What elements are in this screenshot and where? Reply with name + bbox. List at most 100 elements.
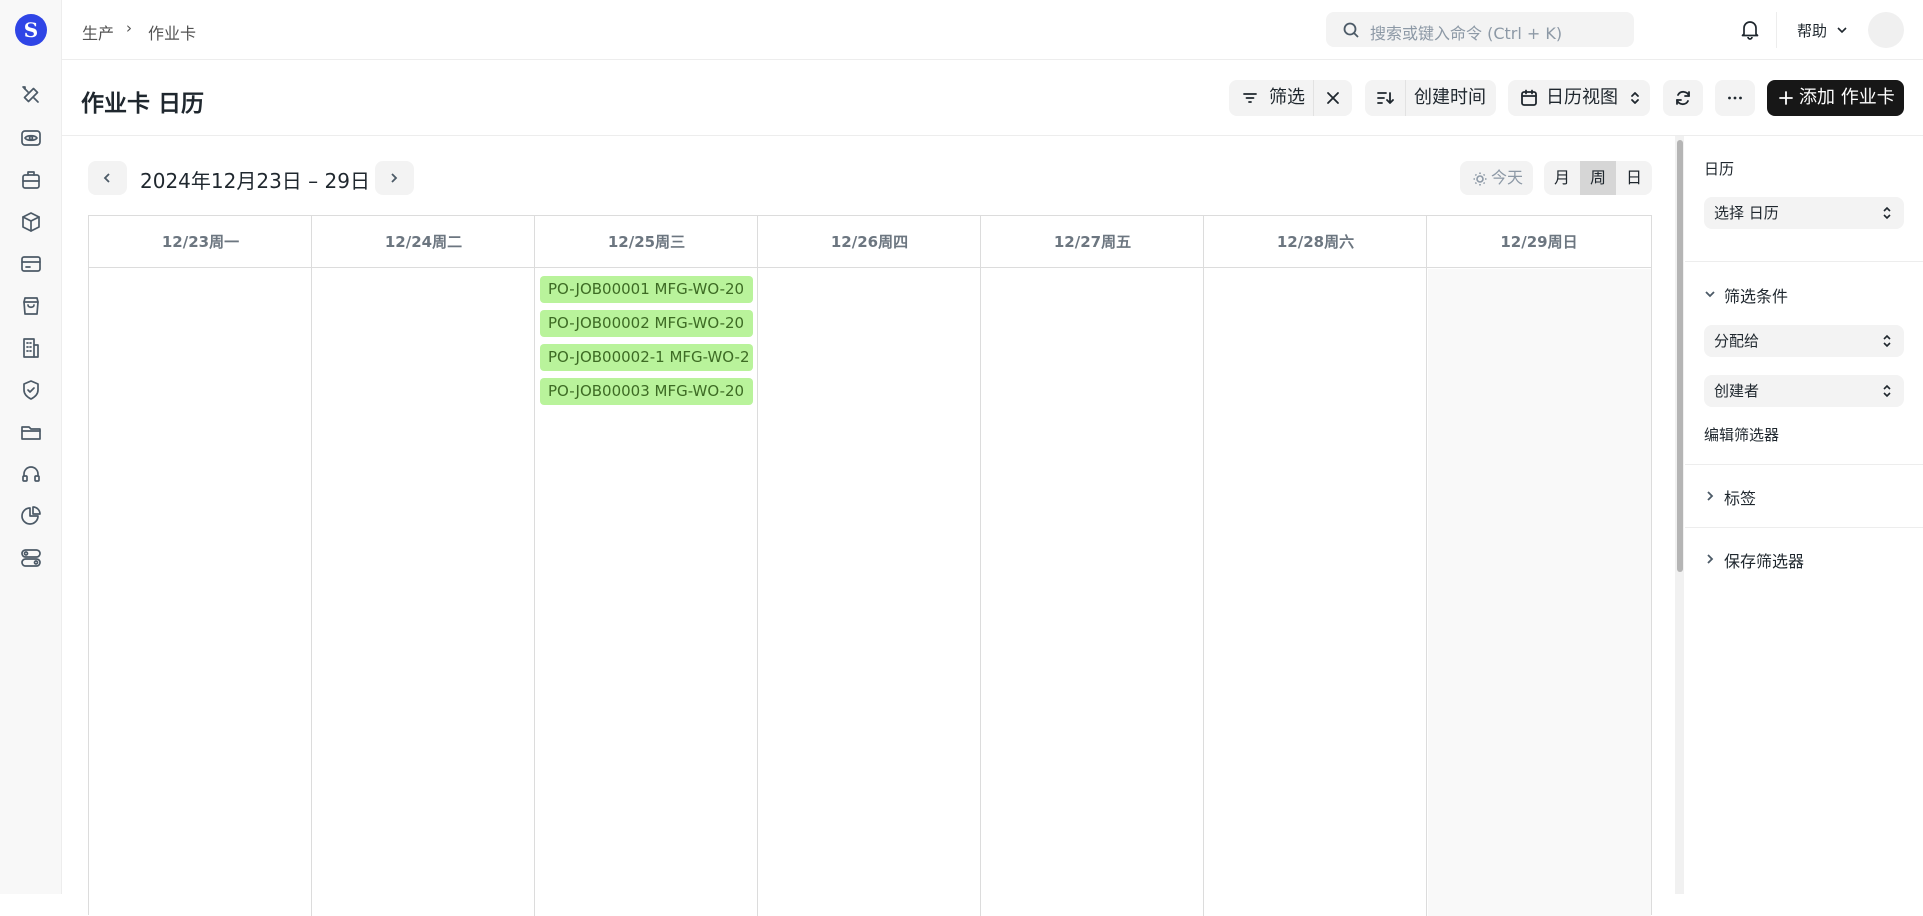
chevron-down-icon[interactable] (1835, 22, 1849, 36)
eye-icon[interactable] (19, 126, 43, 150)
top-navbar: 生产 › 作业卡 搜索或键入命令 (Ctrl + K) 帮助 (62, 0, 1923, 60)
today-label: 今天 (1491, 168, 1524, 187)
sun-icon (1473, 172, 1487, 186)
headset-icon[interactable] (19, 462, 43, 486)
calendar-event[interactable]: PO-JOB00003 MFG-WO-20 (540, 378, 753, 405)
user-avatar[interactable] (1868, 12, 1904, 48)
panel-divider (1685, 261, 1923, 262)
day-divider (1203, 216, 1204, 916)
clear-filter-icon[interactable] (1326, 91, 1340, 105)
select-arrows-icon (1631, 92, 1639, 104)
sort-button[interactable]: 创建时间 (1365, 80, 1496, 116)
today-button[interactable]: 今天 (1460, 161, 1533, 195)
filter-divider (1313, 80, 1314, 116)
day-divider (757, 216, 758, 916)
folder-icon[interactable] (19, 420, 43, 444)
add-label: 添加 作业卡 (1799, 87, 1895, 108)
chevron-right-icon (391, 173, 398, 183)
next-week-button[interactable] (375, 161, 414, 195)
day-divider (1426, 216, 1427, 916)
scrollbar-thumb[interactable] (1677, 140, 1683, 572)
calendar-event[interactable]: PO-JOB00002-1 MFG-WO-2 (540, 344, 753, 371)
chevron-left-icon (103, 173, 110, 183)
view-week-button[interactable]: 周 (1580, 161, 1616, 195)
view-month-button[interactable]: 月 (1544, 161, 1580, 195)
saved-filters-section-title: 保存筛选器 (1724, 552, 1805, 571)
card-icon[interactable] (19, 252, 43, 276)
navbar-divider (1776, 12, 1777, 48)
shield-check-icon[interactable] (19, 378, 43, 402)
day-header: 12/27周五 (981, 216, 1204, 268)
search-icon (1342, 21, 1360, 39)
refresh-icon (1676, 90, 1690, 106)
filter-label: 筛选 (1269, 87, 1305, 108)
filters-section-title: 筛选条件 (1724, 287, 1789, 306)
panel-divider (1685, 464, 1923, 465)
shopping-bag-icon[interactable] (19, 294, 43, 318)
app-sidebar: S (0, 0, 62, 894)
week-calendar: 12/23周一 12/24周二 12/25周三 12/26周四 12/27周五 … (88, 215, 1652, 916)
day-divider (980, 216, 981, 916)
day-header: 12/24周二 (312, 216, 535, 268)
chevron-right-icon (1707, 491, 1714, 501)
breadcrumb-doctype[interactable]: 作业卡 (148, 20, 196, 44)
breadcrumb-separator-icon: › (126, 19, 132, 37)
calendar-icon (1521, 89, 1537, 106)
tools-icon[interactable] (19, 83, 43, 107)
calendar-field-label: 日历 (1704, 160, 1735, 178)
page-title: 作业卡 日历 (81, 91, 205, 117)
sort-label: 创建时间 (1414, 87, 1486, 108)
app-logo-icon[interactable]: S (15, 14, 47, 46)
view-switcher[interactable]: 日历视图 (1508, 80, 1650, 116)
edit-filters-link[interactable]: 编辑筛选器 (1704, 424, 1779, 445)
select-arrows-icon (1883, 206, 1891, 220)
created-by-value: 创建者 (1714, 382, 1760, 400)
breadcrumb-module[interactable]: 生产 (82, 20, 114, 44)
weekend-shade (1428, 269, 1651, 916)
help-menu[interactable]: 帮助 (1797, 20, 1827, 41)
chevron-right-icon (1707, 554, 1714, 564)
filter-icon (1243, 93, 1257, 103)
assigned-to-select[interactable]: 分配给 (1704, 325, 1904, 357)
created-by-select[interactable]: 创建者 (1704, 375, 1904, 407)
box-icon[interactable] (19, 210, 43, 234)
toggles-icon[interactable] (19, 546, 43, 570)
calendar-event[interactable]: PO-JOB00001 MFG-WO-20 (540, 276, 753, 303)
refresh-button[interactable] (1663, 80, 1703, 116)
day-header: 12/26周四 (758, 216, 981, 268)
calendar-select[interactable]: 选择 日历 (1704, 197, 1904, 229)
plus-icon (1779, 91, 1793, 105)
notification-bell-icon[interactable] (1739, 18, 1761, 40)
prev-week-button[interactable] (88, 161, 127, 195)
panel-divider (1685, 527, 1923, 528)
sort-divider (1405, 80, 1406, 116)
chevron-down-icon (1705, 291, 1715, 298)
calendar-view-toggle: 月 周 日 (1544, 161, 1652, 195)
date-range-title: 2024年12月23日 – 29日 (140, 169, 370, 193)
header-divider (62, 135, 1923, 136)
more-icon (1728, 96, 1742, 100)
day-header: 12/25周三 (535, 216, 758, 268)
day-header: 12/23周一 (89, 216, 312, 268)
calendar-event[interactable]: PO-JOB00002 MFG-WO-20 (540, 310, 753, 337)
select-arrows-icon (1883, 384, 1891, 398)
filter-button[interactable]: 筛选 (1229, 80, 1352, 116)
search-bar[interactable]: 搜索或键入命令 (Ctrl + K) (1326, 12, 1634, 47)
day-divider (311, 216, 312, 916)
add-job-card-button[interactable]: 添加 作业卡 (1767, 80, 1904, 116)
building-icon[interactable] (19, 336, 43, 360)
day-header: 12/29周日 (1427, 216, 1651, 268)
tags-section-title: 标签 (1724, 489, 1757, 508)
sort-icon (1377, 92, 1394, 104)
day-header: 12/28周六 (1204, 216, 1427, 268)
assigned-to-value: 分配给 (1714, 332, 1760, 350)
day-divider (534, 216, 535, 916)
view-label: 日历视图 (1546, 87, 1618, 108)
calendar-select-value: 选择 日历 (1714, 204, 1779, 222)
view-day-button[interactable]: 日 (1616, 161, 1652, 195)
select-arrows-icon (1883, 334, 1891, 348)
search-placeholder: 搜索或键入命令 (Ctrl + K) (1370, 24, 1563, 43)
pie-chart-icon[interactable] (19, 504, 43, 528)
more-actions-button[interactable] (1715, 80, 1755, 116)
briefcase-icon[interactable] (19, 168, 43, 192)
